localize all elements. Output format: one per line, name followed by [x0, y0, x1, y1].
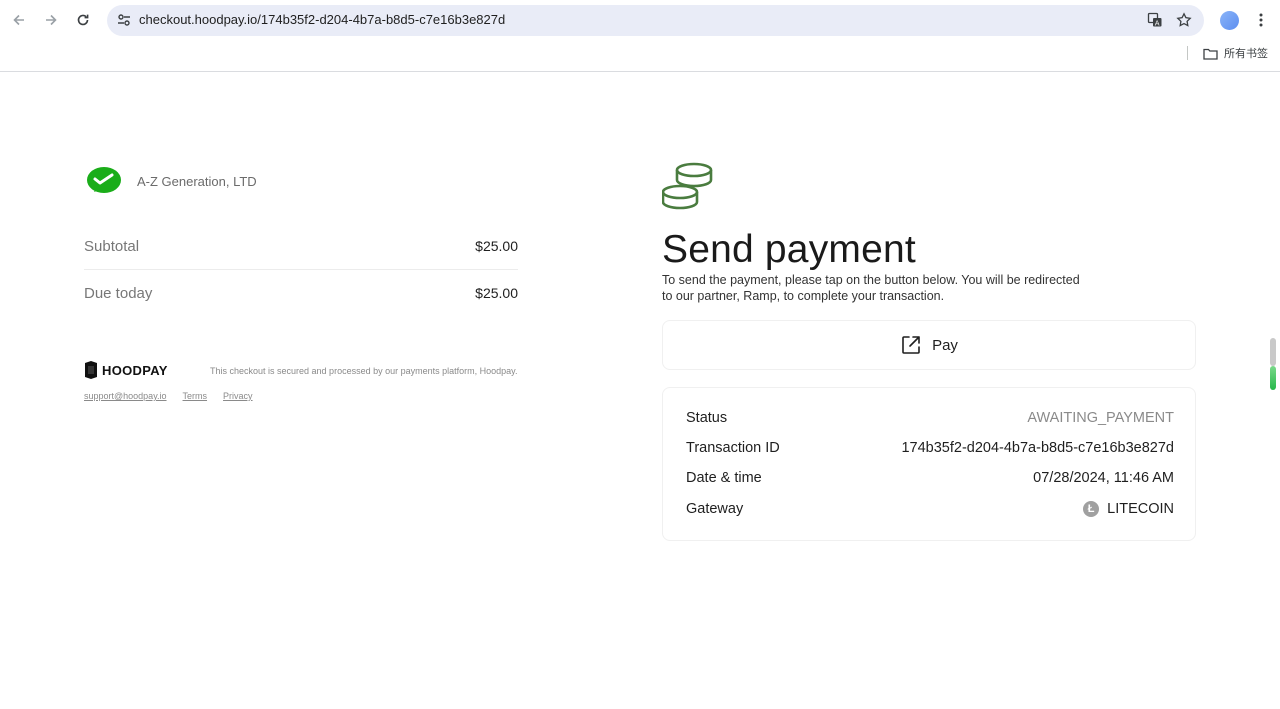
bookmark-star-icon[interactable] [1175, 11, 1193, 29]
subtotal-value: $25.00 [475, 238, 518, 254]
send-payment-description: To send the payment, please tap on the b… [662, 273, 1080, 303]
page-scrollbar[interactable] [1270, 338, 1276, 392]
summary-divider [84, 269, 518, 270]
litecoin-icon: Ł [1083, 501, 1100, 517]
arrow-left-icon [13, 14, 24, 26]
pay-button[interactable]: Pay [662, 320, 1196, 370]
coins-icon [662, 162, 713, 210]
status-value: AWAITING_PAYMENT [1027, 410, 1174, 426]
support-email-link[interactable]: support@hoodpay.io [84, 391, 167, 401]
gateway-label: Gateway [686, 501, 744, 517]
privacy-link[interactable]: Privacy [223, 391, 253, 401]
svg-text:A: A [1155, 19, 1160, 27]
gateway-value: LITECOIN [1107, 501, 1174, 517]
browser-chrome: checkout.hoodpay.io/174b35f2-d204-4b7a-b… [0, 0, 1280, 72]
datetime-label: Date & time [686, 470, 762, 486]
subtotal-label: Subtotal [84, 238, 140, 255]
back-button[interactable] [7, 8, 31, 32]
due-today-row: Due today $25.00 [84, 285, 518, 302]
forward-button[interactable] [39, 8, 63, 32]
profile-avatar[interactable] [1220, 11, 1239, 30]
merchant-logo-icon [87, 167, 121, 193]
bookmarks-separator [1187, 46, 1188, 60]
send-payment-title: Send payment [662, 228, 916, 271]
reload-icon [77, 14, 89, 26]
gateway-value-wrap: Ł LITECOIN [1083, 501, 1174, 517]
arrow-right-icon [46, 14, 57, 26]
site-info-icon[interactable] [115, 11, 133, 29]
transaction-id-row: Transaction ID 174b35f2-d204-4b7a-b8d5-c… [686, 440, 1174, 456]
browser-menu-button[interactable] [1252, 10, 1270, 30]
terms-link[interactable]: Terms [183, 391, 208, 401]
transaction-id-label: Transaction ID [686, 440, 780, 456]
more-vertical-icon [1259, 13, 1263, 27]
url-text[interactable]: checkout.hoodpay.io/174b35f2-d204-4b7a-b… [139, 12, 505, 27]
pay-button-label: Pay [932, 336, 958, 354]
merchant-name: A-Z Generation, LTD [137, 174, 257, 189]
datetime-row: Date & time 07/28/2024, 11:46 AM [686, 470, 1174, 486]
footer-links: support@hoodpay.io Terms Privacy [84, 391, 253, 401]
hoodpay-brand-text: HOODPAY [102, 362, 168, 378]
gateway-row: Gateway Ł LITECOIN [686, 501, 1174, 517]
all-bookmarks-label: 所有书签 [1224, 48, 1268, 60]
all-bookmarks-button[interactable]: 所有书签 [1203, 45, 1268, 61]
hoodpay-logo: HOODPAY [84, 360, 168, 380]
scrollbar-indicator [1270, 366, 1276, 390]
status-row: Status AWAITING_PAYMENT [686, 410, 1174, 426]
reload-button[interactable] [71, 8, 95, 32]
due-today-value: $25.00 [475, 285, 518, 301]
translate-icon[interactable]: A [1146, 11, 1164, 29]
scrollbar-thumb[interactable] [1270, 338, 1276, 366]
transaction-details-card: Status AWAITING_PAYMENT Transaction ID 1… [662, 387, 1196, 541]
transaction-id-value: 174b35f2-d204-4b7a-b8d5-c7e16b3e827d [901, 440, 1174, 456]
folder-icon [1203, 48, 1218, 60]
status-label: Status [686, 410, 728, 426]
address-bar[interactable]: checkout.hoodpay.io/174b35f2-d204-4b7a-b… [107, 5, 1204, 36]
due-today-label: Due today [84, 285, 153, 302]
secure-notice: This checkout is secured and processed b… [210, 366, 518, 376]
subtotal-row: Subtotal $25.00 [84, 238, 518, 255]
external-link-icon [902, 336, 920, 354]
datetime-value: 07/28/2024, 11:46 AM [1033, 470, 1174, 486]
hoodpay-mark-icon [85, 361, 97, 379]
